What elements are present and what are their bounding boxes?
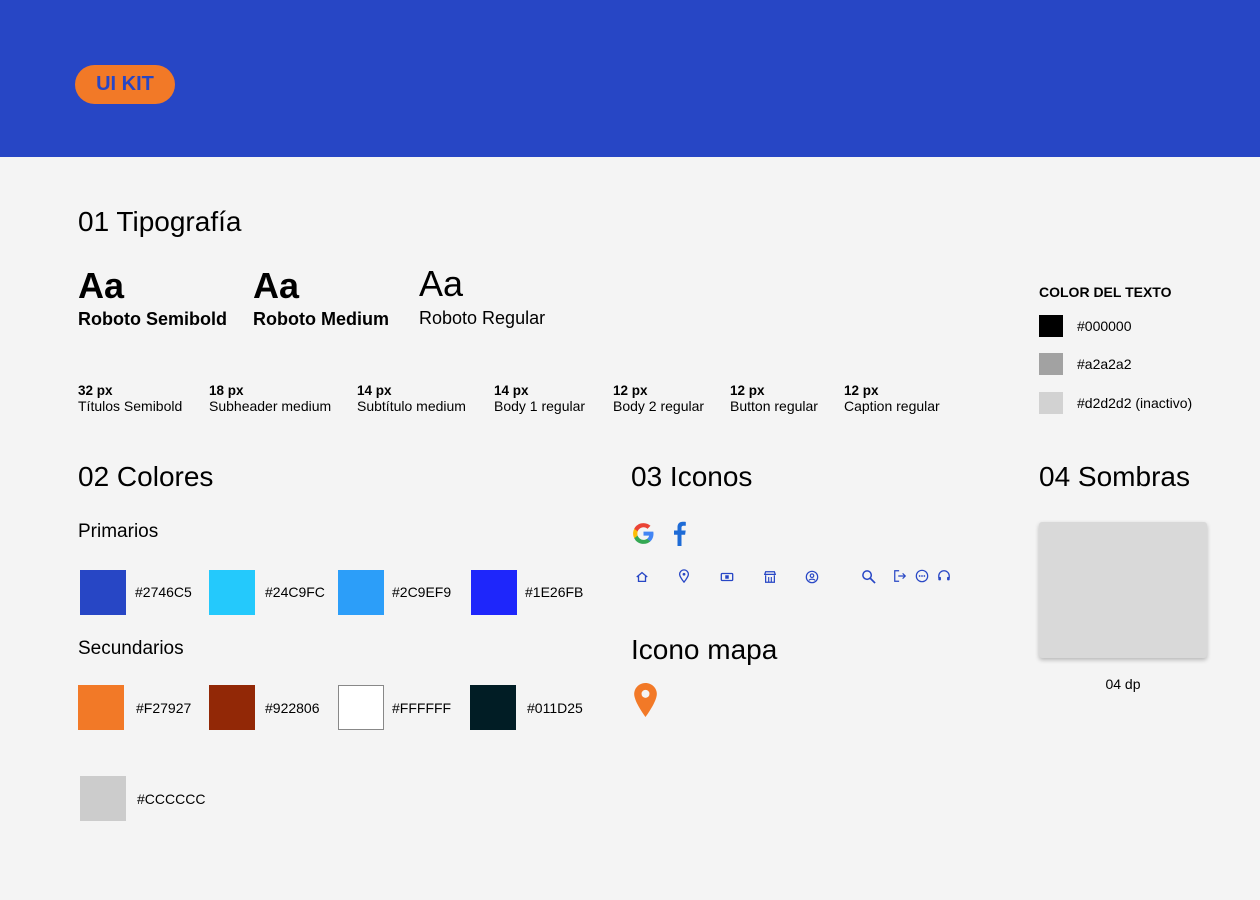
home-icon <box>636 571 648 583</box>
text-color-swatch <box>1039 353 1063 375</box>
type-spec-size: 14 px <box>357 383 392 398</box>
type-spec-size: 12 px <box>730 383 765 398</box>
shadows-title: 04 Sombras <box>1039 461 1190 492</box>
type-spec: 18 px Subheader medium <box>209 383 331 414</box>
type-spec-name: Button regular <box>730 398 818 414</box>
type-spec-name: Subtítulo medium <box>357 398 466 414</box>
type-spec-name: Caption regular <box>844 398 940 414</box>
text-color-title: COLOR DEL TEXTO <box>1039 284 1172 300</box>
type-spec: 14 px Body 1 regular <box>494 383 585 414</box>
color-swatch <box>209 685 255 730</box>
text-color-label: #a2a2a2 <box>1077 356 1132 372</box>
color-swatch <box>78 685 124 730</box>
map-icon-title: Icono mapa <box>631 634 778 665</box>
type-spec: 12 px Body 2 regular <box>613 383 704 414</box>
color-swatch <box>471 570 517 615</box>
type-spec: 32 px Títulos Semibold <box>78 383 182 414</box>
type-spec-size: 12 px <box>613 383 648 398</box>
type-spec: 12 px Button regular <box>730 383 818 414</box>
primary-colors-title: Primarios <box>78 521 159 542</box>
font-sample-name: Roboto Semibold <box>78 309 227 329</box>
type-spec-size: 18 px <box>209 383 244 398</box>
type-spec-name: Body 1 regular <box>494 398 586 414</box>
color-hex-label: #2C9EF9 <box>392 584 452 600</box>
type-spec-name: Body 2 regular <box>613 398 705 414</box>
color-hex-label: #1E26FB <box>525 584 584 600</box>
font-sample-medium: Aa Roboto Medium <box>253 268 389 330</box>
type-spec-name: Títulos Semibold <box>78 398 183 414</box>
color-hex-label: #24C9FC <box>265 584 325 600</box>
ticket-icon <box>720 572 734 582</box>
chat-icon <box>915 569 929 583</box>
font-sample-name: Roboto Medium <box>253 309 389 329</box>
map-pin-icon <box>634 683 657 717</box>
type-spec: 12 px Caption regular <box>844 383 940 414</box>
font-sample-glyph: Aa <box>78 265 125 306</box>
color-hex-label: #FFFFFF <box>392 700 452 716</box>
facebook-icon <box>674 521 686 546</box>
location-heart-icon <box>678 569 690 583</box>
color-swatch <box>470 685 516 730</box>
text-color-swatch <box>1039 315 1063 337</box>
text-color-label: #d2d2d2 (inactivo) <box>1077 395 1193 411</box>
color-hex-label: #F27927 <box>136 700 192 716</box>
typography-title: 01 Tipografía <box>78 206 242 237</box>
logout-icon <box>894 570 907 582</box>
color-hex-label: #922806 <box>265 700 320 716</box>
search-icon <box>862 570 876 584</box>
color-hex-label: #CCCCCC <box>137 791 206 807</box>
color-swatch <box>209 570 255 615</box>
support-icon <box>938 570 950 581</box>
user-circle-icon <box>805 570 819 584</box>
type-spec-size: 32 px <box>78 383 113 398</box>
icons-title: 03 Iconos <box>631 461 753 492</box>
shadow-card <box>1039 522 1207 658</box>
text-color-label: #000000 <box>1077 318 1132 334</box>
type-spec-name: Subheader medium <box>209 398 332 414</box>
header-banner: UI KIT <box>0 0 1260 157</box>
colors-title: 02 Colores <box>78 461 214 492</box>
type-spec-size: 14 px <box>494 383 529 398</box>
color-swatch <box>338 685 384 730</box>
store-icon <box>763 571 777 583</box>
color-hex-label: #011D25 <box>527 700 583 716</box>
secondary-colors-title: Secundarios <box>78 638 184 659</box>
font-sample-glyph: Aa <box>253 265 300 306</box>
type-spec-size: 12 px <box>844 383 879 398</box>
font-sample-semibold: Aa Roboto Semibold <box>78 268 227 330</box>
color-swatch <box>80 570 126 615</box>
font-sample-glyph: Aa <box>419 263 464 304</box>
font-sample-name: Roboto Regular <box>419 308 546 328</box>
google-icon <box>633 523 654 544</box>
color-swatch <box>338 570 384 615</box>
ui-kit-badge: UI KIT <box>75 65 175 104</box>
shadow-caption: 04 dp <box>1105 676 1141 692</box>
font-sample-regular: Aa Roboto Regular <box>419 266 545 329</box>
type-spec: 14 px Subtítulo medium <box>357 383 466 414</box>
color-hex-label: #2746C5 <box>135 584 192 600</box>
color-swatch <box>80 776 126 821</box>
text-color-swatch <box>1039 392 1063 414</box>
